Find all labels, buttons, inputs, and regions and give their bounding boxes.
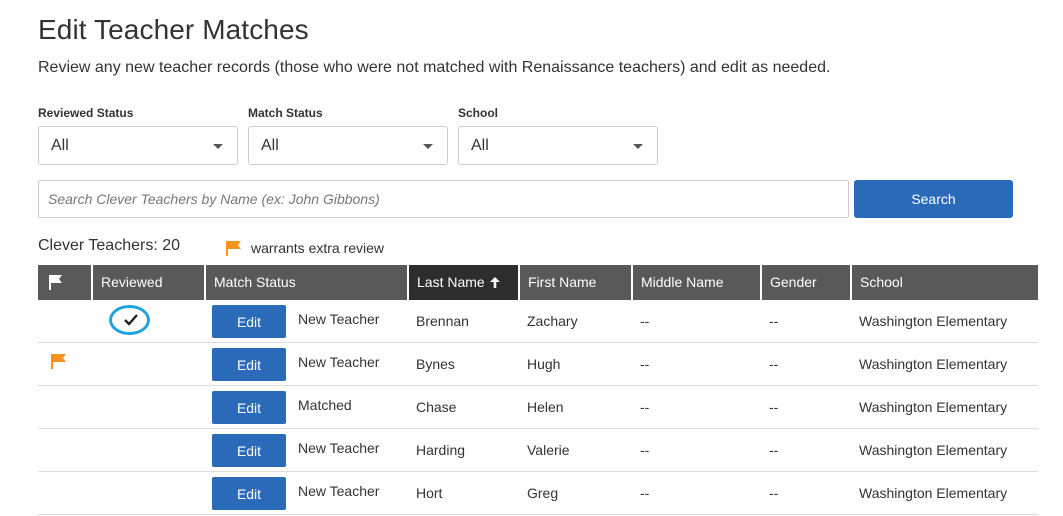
match-status-cell: Matched: [298, 397, 352, 413]
edit-button[interactable]: Edit: [212, 305, 286, 338]
school-select[interactable]: All: [458, 126, 658, 165]
legend-label: warrants extra review: [251, 240, 385, 256]
match-status-label: Match Status: [248, 106, 323, 120]
first-name-cell: Hugh: [527, 356, 561, 372]
first-name-cell: Helen: [527, 399, 564, 415]
page-subtitle: Review any new teacher records (those wh…: [38, 59, 831, 76]
table-row: Edit New Teacher Bynes Hugh -- -- Washin…: [38, 343, 1038, 386]
first-name-cell: Valerie: [527, 442, 570, 458]
gender-cell: --: [769, 313, 779, 329]
gender-cell: --: [769, 399, 779, 415]
table-row: Edit New Teacher Hort Greg -- -- Washing…: [38, 472, 1038, 515]
gender-cell: --: [769, 442, 779, 458]
middle-name-cell: --: [640, 313, 650, 329]
reviewed-status-filter: Reviewed Status All: [38, 106, 238, 165]
page-title: Edit Teacher Matches: [38, 14, 309, 45]
school-value: All: [471, 137, 489, 154]
middle-name-cell: --: [640, 399, 650, 415]
match-status-cell: New Teacher: [298, 354, 380, 370]
last-name-cell: Chase: [416, 399, 457, 415]
arrow-up-icon: [490, 277, 500, 288]
match-status-cell: New Teacher: [298, 311, 380, 327]
match-status-cell: New Teacher: [298, 483, 380, 499]
school-cell: Washington Elementary: [859, 356, 1008, 372]
table-row: Edit Matched Chase Helen -- -- Washingto…: [38, 386, 1038, 429]
school-cell: Washington Elementary: [859, 313, 1008, 329]
school-cell: Washington Elementary: [859, 399, 1008, 415]
search-button[interactable]: Search: [854, 180, 1013, 218]
chevron-down-icon: [423, 144, 433, 149]
first-name-cell: Greg: [527, 485, 559, 501]
last-name-cell: Harding: [416, 442, 466, 458]
match-status-cell: New Teacher: [298, 440, 380, 456]
column-header-match-status[interactable]: Match Status: [205, 265, 407, 300]
gender-cell: --: [769, 356, 779, 372]
last-name-cell: Brennan: [416, 313, 469, 329]
gender-cell: --: [769, 485, 779, 501]
chevron-down-icon: [213, 144, 223, 149]
flag-icon: [51, 354, 66, 369]
edit-button[interactable]: Edit: [212, 434, 286, 467]
school-cell: Washington Elementary: [859, 442, 1008, 458]
last-name-cell: Hort: [416, 485, 443, 501]
school-filter: School All: [458, 106, 658, 165]
match-status-select[interactable]: All: [248, 126, 448, 165]
search-input[interactable]: [38, 180, 849, 218]
chevron-down-icon: [633, 144, 643, 149]
table-header: Reviewed Match Status Last Name First Na…: [38, 265, 1038, 300]
reviewed-status-value: All: [51, 137, 69, 154]
match-status-value: All: [261, 137, 279, 154]
edit-button[interactable]: Edit: [212, 348, 286, 381]
column-header-gender[interactable]: Gender: [761, 265, 850, 300]
teacher-count: Clever Teachers: 20: [38, 237, 180, 254]
column-header-first-name[interactable]: First Name: [519, 265, 631, 300]
reviewed-status-select[interactable]: All: [38, 126, 238, 165]
middle-name-cell: --: [640, 356, 650, 372]
school-cell: Washington Elementary: [859, 485, 1008, 501]
flag-icon: [49, 275, 62, 290]
column-header-school[interactable]: School: [851, 265, 1038, 300]
last-name-header-label: Last Name: [417, 274, 485, 290]
edit-button[interactable]: Edit: [212, 391, 286, 424]
middle-name-cell: --: [640, 485, 650, 501]
flag-icon: [226, 241, 241, 256]
first-name-cell: Zachary: [527, 313, 578, 329]
edit-button[interactable]: Edit: [212, 477, 286, 510]
checkmark-icon: [124, 314, 138, 326]
match-status-filter: Match Status All: [248, 106, 448, 165]
table-row: Edit New Teacher Harding Valerie -- -- W…: [38, 429, 1038, 472]
last-name-cell: Bynes: [416, 356, 455, 372]
column-header-flag[interactable]: [38, 265, 91, 300]
reviewed-status-label: Reviewed Status: [38, 106, 134, 120]
school-label: School: [458, 106, 499, 120]
middle-name-cell: --: [640, 442, 650, 458]
column-header-middle-name[interactable]: Middle Name: [632, 265, 760, 300]
reviewed-checkbox[interactable]: [109, 305, 150, 335]
flag-legend: warrants extra review: [225, 240, 384, 256]
column-header-last-name[interactable]: Last Name: [408, 265, 518, 300]
table-row: Edit New Teacher Brennan Zachary -- -- W…: [38, 300, 1038, 343]
column-header-reviewed[interactable]: Reviewed: [92, 265, 204, 300]
